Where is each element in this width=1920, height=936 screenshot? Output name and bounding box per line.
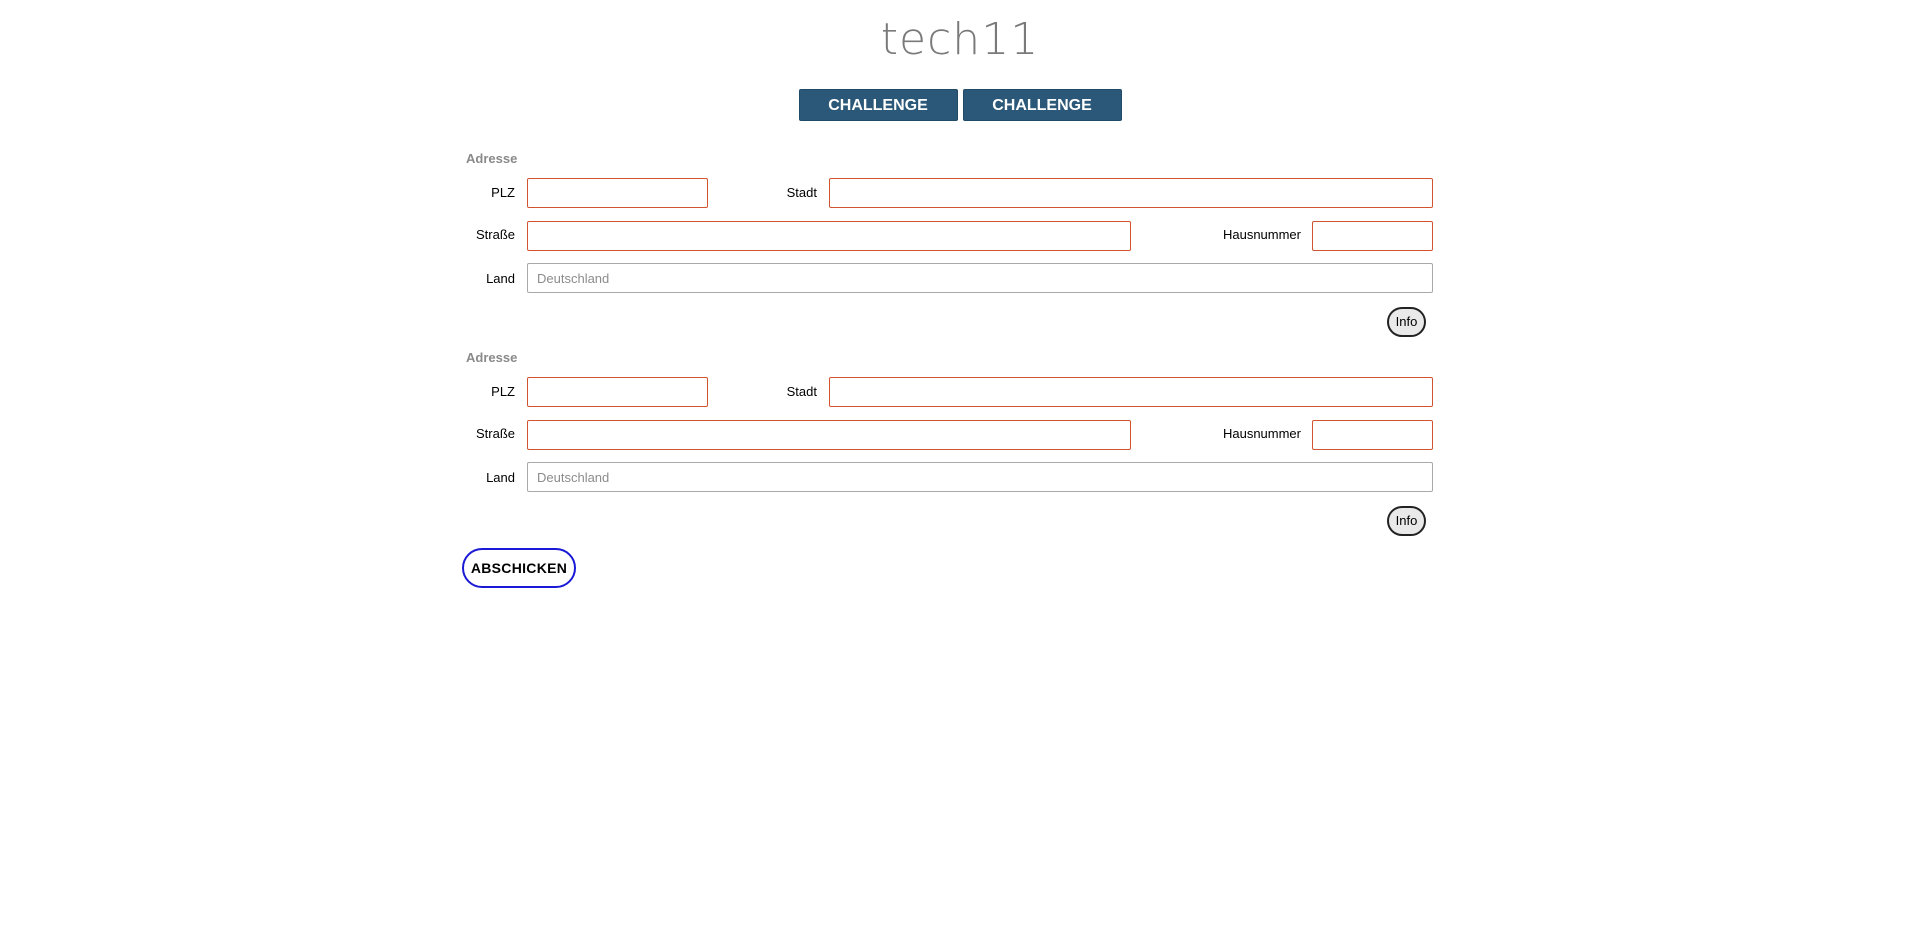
plz-input[interactable] bbox=[527, 377, 708, 407]
hausnummer-input[interactable] bbox=[1312, 221, 1433, 251]
stadt-input[interactable] bbox=[829, 377, 1433, 407]
info-button-1[interactable]: Info bbox=[1387, 307, 1426, 337]
tech11-logo: tech11 bbox=[880, 14, 1040, 65]
stadt-label: Stadt bbox=[786, 384, 817, 399]
hausnummer-label: Hausnummer bbox=[1222, 426, 1301, 441]
stadt-label: Stadt bbox=[786, 185, 817, 200]
submit-button[interactable]: ABSCHICKEN bbox=[462, 548, 576, 588]
land-input[interactable] bbox=[527, 263, 1433, 293]
challenge-2-1-button[interactable]: CHALLENGE 2.1 bbox=[798, 89, 958, 146]
hausnummer-label: Hausnummer bbox=[1222, 227, 1301, 242]
section-label-adresse: Adresse bbox=[466, 350, 518, 365]
plz-label: PLZ bbox=[491, 185, 515, 200]
land-label: Land bbox=[486, 470, 515, 485]
hausnummer-input[interactable] bbox=[1312, 420, 1433, 450]
strasse-label: Straße bbox=[475, 227, 515, 242]
strasse-input[interactable] bbox=[527, 221, 1131, 251]
land-label: Land bbox=[486, 271, 515, 286]
plz-label: PLZ bbox=[491, 384, 515, 399]
plz-input[interactable] bbox=[527, 178, 708, 208]
strasse-input[interactable] bbox=[527, 420, 1131, 450]
land-input[interactable] bbox=[527, 462, 1433, 492]
page: tech11 CHALLENGE 2.1 CHALLENGE 2.2 Adres… bbox=[0, 0, 1920, 936]
strasse-label: Straße bbox=[475, 426, 515, 441]
challenge-2-2-button[interactable]: CHALLENGE 2.2 bbox=[962, 89, 1122, 146]
info-button-2[interactable]: Info bbox=[1387, 506, 1426, 536]
stadt-input[interactable] bbox=[829, 178, 1433, 208]
challenge-nav: CHALLENGE 2.1 CHALLENGE 2.2 bbox=[0, 89, 1920, 146]
section-label-adresse: Adresse bbox=[466, 151, 518, 166]
